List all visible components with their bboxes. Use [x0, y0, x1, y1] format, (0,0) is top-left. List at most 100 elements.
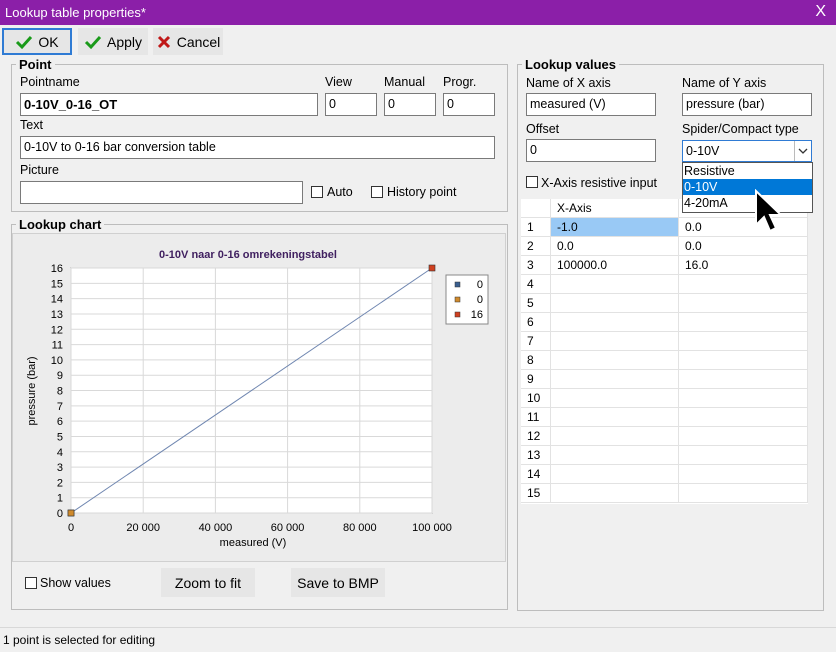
x-tick-label: 100 000: [412, 522, 452, 534]
table-cell-x[interactable]: [551, 351, 679, 370]
view-field[interactable]: 0: [325, 93, 377, 116]
title-bar: Lookup table properties* X: [0, 0, 836, 25]
history-point-checkbox[interactable]: [371, 186, 383, 198]
table-row-number: 10: [521, 389, 551, 408]
table-cell-y[interactable]: 0.0: [679, 237, 808, 256]
table-row-number: 2: [521, 237, 551, 256]
ok-button[interactable]: OK: [2, 28, 72, 55]
x-axis-name-field[interactable]: measured (V): [526, 93, 656, 116]
table-cell-x[interactable]: [551, 275, 679, 294]
pointname-label: Pointname: [20, 75, 80, 89]
y-tick-label: 14: [51, 294, 63, 306]
close-window-icon[interactable]: X: [815, 3, 826, 21]
chart-panel: 0-10V naar 0-16 omrekeningstabel 0123456…: [12, 233, 506, 562]
table-cell-y[interactable]: [679, 351, 808, 370]
type-option-resistive[interactable]: Resistive: [683, 163, 812, 179]
y-tick-label: 9: [57, 370, 63, 382]
type-option-0-10v[interactable]: 0-10V: [683, 179, 812, 195]
y-tick-label: 12: [51, 324, 63, 336]
table-cell-y[interactable]: [679, 465, 808, 484]
legend-label: 16: [471, 309, 483, 321]
table-cell-x[interactable]: -1.0: [551, 218, 679, 237]
spider-compact-type-value: 0-10V: [686, 144, 720, 158]
table-cell-x[interactable]: [551, 389, 679, 408]
table-cell-y[interactable]: [679, 427, 808, 446]
table-cell-x[interactable]: [551, 484, 679, 503]
apply-button[interactable]: Apply: [78, 28, 148, 55]
point-group-title: Point: [16, 57, 55, 72]
table-row-number: 5: [521, 294, 551, 313]
x-tick-label: 0: [68, 522, 74, 534]
zoom-to-fit-button[interactable]: Zoom to fit: [161, 568, 255, 597]
text-label: Text: [20, 118, 43, 132]
manual-field[interactable]: 0: [384, 93, 436, 116]
picture-field[interactable]: [20, 181, 303, 204]
y-tick-label: 0: [57, 508, 63, 520]
table-row-number: 6: [521, 313, 551, 332]
spider-compact-type-select[interactable]: 0-10V: [682, 140, 812, 162]
y-tick-label: 2: [57, 477, 63, 489]
cancel-label: Cancel: [176, 33, 221, 50]
legend-marker: [454, 296, 461, 303]
offset-field[interactable]: 0: [526, 139, 656, 162]
table-cell-x[interactable]: [551, 427, 679, 446]
table-row-number: 1: [521, 218, 551, 237]
status-bar: 1 point is selected for editing: [0, 627, 836, 652]
table-row-number: 7: [521, 332, 551, 351]
checkmark-icon: [16, 35, 33, 49]
table-row-number: 12: [521, 427, 551, 446]
table-cell-y[interactable]: [679, 408, 808, 427]
table-cell-x[interactable]: [551, 408, 679, 427]
type-option-4-20ma[interactable]: 4-20mA: [683, 195, 812, 211]
x-axis-resistive-checkbox[interactable]: [526, 176, 538, 188]
x-axis-column-header[interactable]: X-Axis: [551, 199, 679, 218]
table-cell-y[interactable]: [679, 484, 808, 503]
table-row-number: 9: [521, 370, 551, 389]
window-title: Lookup table properties*: [5, 5, 146, 20]
text-field[interactable]: 0-10V to 0-16 bar conversion table: [20, 136, 495, 159]
status-text: 1 point is selected for editing: [3, 633, 156, 647]
table-cell-y[interactable]: [679, 275, 808, 294]
table-cell-y[interactable]: 0.0: [679, 218, 808, 237]
table-cell-x[interactable]: 0.0: [551, 237, 679, 256]
table-cell-x[interactable]: [551, 465, 679, 484]
table-cell-x[interactable]: 100000.0: [551, 256, 679, 275]
y-tick-label: 5: [57, 431, 63, 443]
y-tick-label: 7: [57, 401, 63, 413]
legend-marker: [454, 311, 461, 318]
show-values-checkbox[interactable]: [25, 577, 37, 589]
table-cell-y[interactable]: [679, 313, 808, 332]
table-row-number: 3: [521, 256, 551, 275]
legend-marker: [454, 281, 461, 288]
x-tick-label: 60 000: [271, 522, 305, 534]
table-cell-x[interactable]: [551, 313, 679, 332]
pointname-field[interactable]: 0-10V_0-16_OT: [20, 93, 318, 116]
y-axis-name-field[interactable]: pressure (bar): [682, 93, 812, 116]
table-cell-y[interactable]: [679, 389, 808, 408]
table-corner: [521, 199, 551, 218]
chart-title: 0-10V naar 0-16 omrekeningstabel: [159, 249, 337, 261]
y-tick-label: 15: [51, 278, 63, 290]
show-values-label: Show values: [40, 576, 111, 590]
table-cell-y[interactable]: [679, 294, 808, 313]
auto-checkbox[interactable]: [311, 186, 323, 198]
lookup-chart-group-title: Lookup chart: [16, 217, 105, 232]
y-tick-label: 3: [57, 462, 63, 474]
cancel-button[interactable]: Cancel: [153, 28, 223, 55]
table-cell-x[interactable]: [551, 370, 679, 389]
apply-label: Apply: [106, 33, 143, 50]
y-tick-label: 10: [51, 355, 63, 367]
table-cell-y[interactable]: [679, 332, 808, 351]
table-cell-x[interactable]: [551, 294, 679, 313]
table-cell-x[interactable]: [551, 446, 679, 465]
x-tick-label: 20 000: [126, 522, 160, 534]
chevron-down-icon[interactable]: [794, 141, 811, 161]
save-to-bmp-button[interactable]: Save to BMP: [291, 568, 385, 597]
x-tick-label: 80 000: [343, 522, 377, 534]
table-cell-x[interactable]: [551, 332, 679, 351]
progr-field[interactable]: 0: [443, 93, 495, 116]
table-cell-y[interactable]: [679, 370, 808, 389]
table-cell-y[interactable]: [679, 446, 808, 465]
table-cell-y[interactable]: 16.0: [679, 256, 808, 275]
x-axis-label: measured (V): [220, 537, 287, 549]
